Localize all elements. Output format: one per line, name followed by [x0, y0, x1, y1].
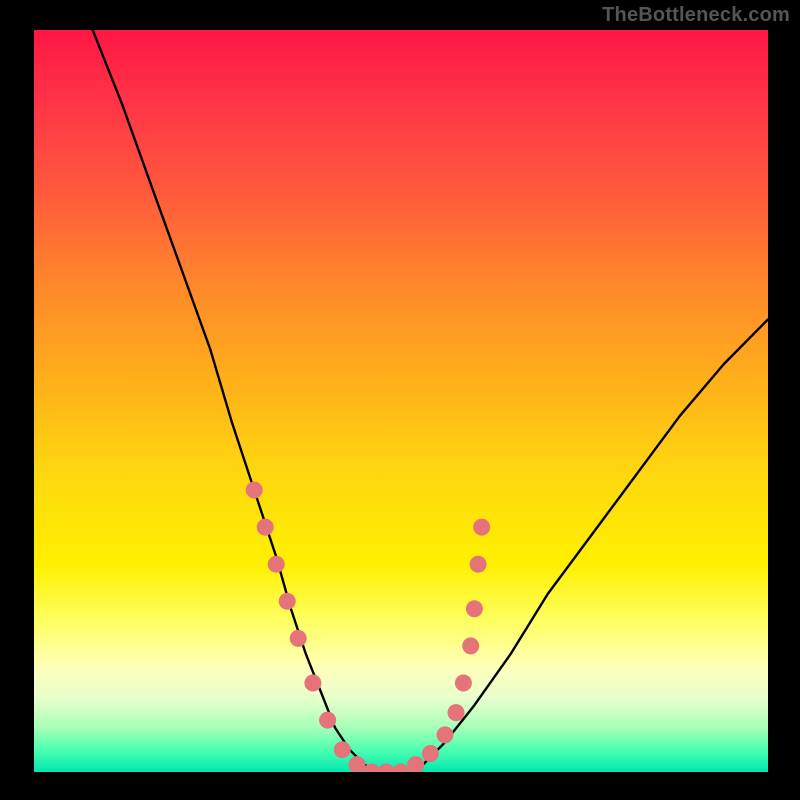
- data-point: [473, 519, 490, 536]
- data-point: [462, 637, 479, 654]
- bottleneck-curve: [34, 30, 768, 772]
- data-point: [466, 600, 483, 617]
- data-point: [422, 745, 439, 762]
- watermark-text: TheBottleneck.com: [602, 4, 790, 27]
- data-point: [334, 741, 351, 758]
- data-point: [437, 726, 454, 743]
- data-point: [349, 756, 366, 772]
- data-point: [268, 556, 285, 573]
- data-point: [378, 764, 395, 773]
- curve-path: [93, 30, 768, 772]
- data-point: [304, 675, 321, 692]
- data-point: [407, 756, 424, 772]
- data-point: [448, 704, 465, 721]
- data-point: [319, 712, 336, 729]
- data-point: [290, 630, 307, 647]
- data-point: [257, 519, 274, 536]
- chart-area: [34, 30, 768, 772]
- data-point: [470, 556, 487, 573]
- data-point: [455, 675, 472, 692]
- data-point: [393, 764, 410, 773]
- data-point: [246, 482, 263, 499]
- data-point: [279, 593, 296, 610]
